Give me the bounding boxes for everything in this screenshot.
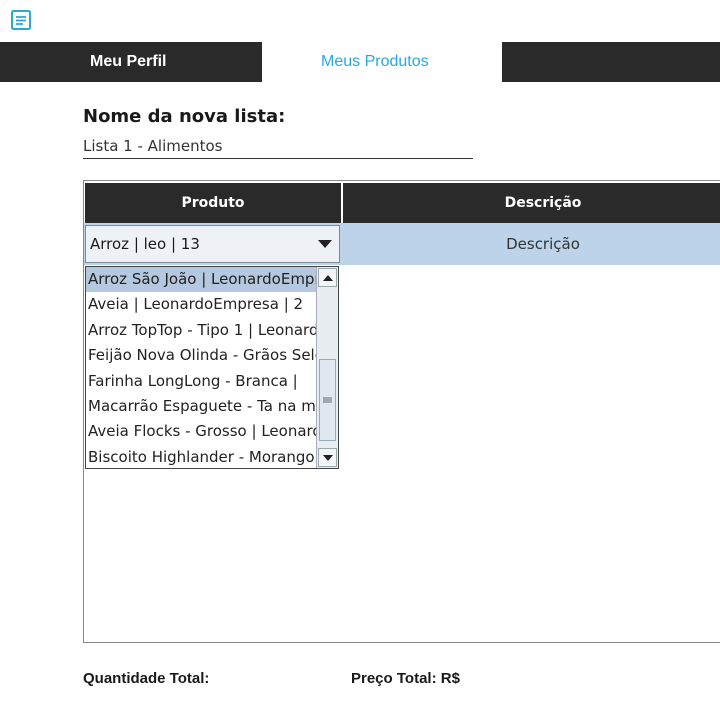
description-cell[interactable]: Descrição <box>343 223 720 265</box>
list-item[interactable]: Aveia Flocks - Grosso | Leonardo <box>86 419 316 444</box>
list-name-label: Nome da nova lista: <box>83 106 286 127</box>
product-combobox[interactable]: Arroz | leo | 13 <box>85 225 340 263</box>
tab-meu-perfil[interactable]: Meu Perfil <box>0 42 262 82</box>
scrollbar-thumb[interactable] <box>319 359 336 441</box>
product-dropdown-list[interactable]: Arroz São João | LeonardoEmpresa Aveia |… <box>85 266 339 469</box>
notepad-icon[interactable] <box>10 9 32 31</box>
column-header-produto[interactable]: Produto <box>85 183 341 223</box>
dropdown-scrollbar[interactable] <box>316 267 338 468</box>
total-quantity-label: Quantidade Total: <box>83 670 210 687</box>
list-item[interactable]: Biscoito Highlander - Morango <box>86 445 316 468</box>
list-item[interactable]: Arroz São João | LeonardoEmpresa <box>86 267 316 293</box>
list-item[interactable]: Farinha LongLong - Branca | <box>86 369 316 394</box>
column-header-descricao[interactable]: Descrição <box>343 183 720 223</box>
scroll-down-icon[interactable] <box>318 448 337 467</box>
list-item[interactable]: Arroz TopTop - Tipo 1 | Leonardo <box>86 318 316 343</box>
tab-bar-filler <box>502 42 720 82</box>
list-item[interactable]: Macarrão Espaguete - Ta na mesa <box>86 394 316 419</box>
table-row[interactable]: Arroz | leo | 13 Descrição <box>84 223 720 265</box>
list-item[interactable]: Aveia | LeonardoEmpresa | 2 <box>86 292 316 317</box>
chevron-down-icon[interactable] <box>311 226 339 262</box>
scroll-up-icon[interactable] <box>318 268 337 287</box>
product-combobox-value: Arroz | leo | 13 <box>90 235 200 253</box>
total-price-label: Preço Total: R$ <box>351 670 460 687</box>
list-item[interactable]: Feijão Nova Olinda - Grãos Selecionados <box>86 343 316 368</box>
tab-meus-produtos[interactable]: Meus Produtos <box>262 42 502 82</box>
tab-bar: Meu Perfil Meus Produtos <box>0 42 720 82</box>
list-name-input[interactable] <box>83 134 473 159</box>
